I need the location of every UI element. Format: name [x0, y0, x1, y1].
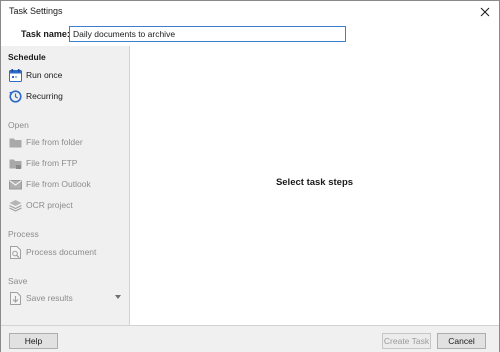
save-document-icon: [9, 291, 22, 305]
section-heading-schedule: Schedule: [8, 52, 46, 62]
sidebar-item-label: Recurring: [26, 91, 63, 101]
task-steps-sidebar: Schedule Run once Recurring Open File fr…: [1, 46, 130, 325]
section-heading-save: Save: [8, 276, 28, 286]
cancel-button[interactable]: Cancel: [437, 333, 486, 349]
sidebar-item-process-document[interactable]: Process document: [9, 244, 123, 260]
sidebar-item-label: File from folder: [26, 137, 83, 147]
sidebar-item-file-from-ftp[interactable]: File from FTP: [9, 155, 123, 171]
sidebar-item-label: Save results: [26, 293, 73, 303]
task-name-input[interactable]: [69, 26, 346, 42]
task-settings-dialog: Task Settings Task name: Schedule: [0, 0, 500, 352]
task-name-label: Task name:: [21, 29, 70, 39]
sidebar-item-run-once[interactable]: Run once: [9, 67, 123, 83]
empty-state-message: Select task steps: [275, 177, 354, 188]
sidebar-item-label: Process document: [26, 247, 97, 257]
section-heading-process: Process: [8, 229, 39, 239]
sidebar-item-recurring[interactable]: Recurring: [9, 88, 123, 104]
sidebar-item-save-results[interactable]: Save results: [9, 290, 123, 306]
task-name-row: Task name:: [1, 23, 499, 45]
section-heading-open: Open: [8, 120, 29, 130]
close-button[interactable]: [471, 1, 499, 23]
sidebar-item-file-from-outlook[interactable]: File from Outlook: [9, 176, 123, 192]
outlook-mail-icon: [9, 178, 22, 191]
sidebar-item-label: File from FTP: [26, 158, 78, 168]
window-title: Task Settings: [9, 6, 63, 16]
dialog-footer: Help Create Task Cancel: [1, 325, 499, 352]
create-task-button[interactable]: Create Task: [382, 333, 431, 349]
process-document-icon: [9, 245, 22, 259]
sidebar-item-label: OCR project: [26, 200, 73, 210]
close-icon: [480, 7, 490, 17]
calendar-icon: [9, 68, 22, 82]
recurring-icon: [9, 89, 22, 103]
ocr-stack-icon: [9, 199, 22, 212]
sidebar-item-label: Run once: [26, 70, 63, 80]
chevron-down-icon[interactable]: [115, 295, 121, 299]
help-button[interactable]: Help: [9, 333, 58, 349]
title-bar: Task Settings: [1, 1, 499, 23]
task-steps-panel: Select task steps: [130, 46, 499, 325]
folder-icon: [9, 136, 22, 149]
sidebar-item-label: File from Outlook: [26, 179, 91, 189]
sidebar-item-ocr-project[interactable]: OCR project: [9, 197, 123, 213]
ftp-folder-icon: [9, 157, 22, 170]
sidebar-item-file-from-folder[interactable]: File from folder: [9, 134, 123, 150]
